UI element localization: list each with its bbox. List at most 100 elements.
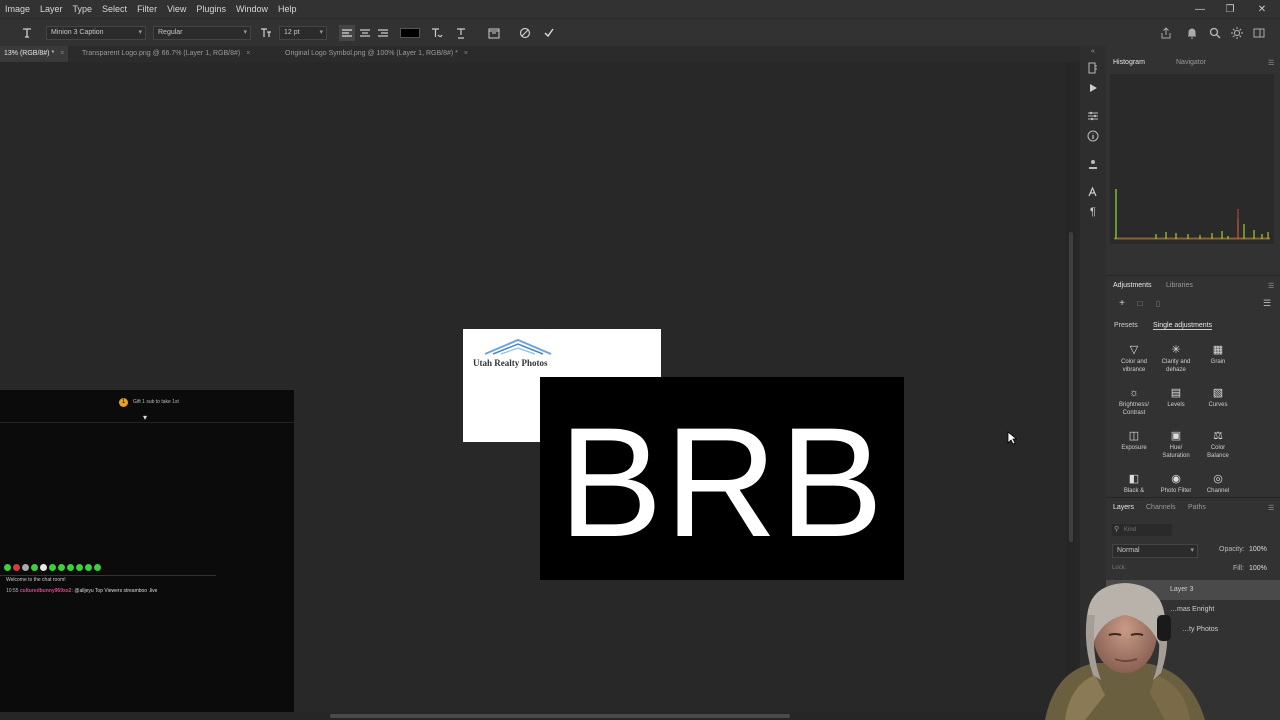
adjustment-hue-saturation[interactable]: ▣ Hue/Saturation [1156, 430, 1196, 460]
adjustment-levels[interactable]: ▤ Levels [1156, 387, 1196, 409]
clone-source-icon[interactable] [1085, 156, 1101, 172]
menu-type[interactable]: Type [68, 4, 98, 14]
close-button[interactable]: ✕ [1247, 0, 1277, 18]
fill-label: Fill: [1233, 565, 1244, 572]
tab-label: Transparent Logo.png @ 66.7% (Layer 1, R… [82, 50, 241, 57]
menu-view[interactable]: View [162, 4, 191, 14]
scroll-thumb[interactable] [1069, 232, 1073, 542]
blend-mode-select[interactable]: Normal ▾ [1112, 544, 1198, 558]
menu-window[interactable]: Window [231, 4, 273, 14]
stream-chat-overlay: 1 Gift 1 sub to take 1st ▾ Welcome to th… [0, 390, 294, 720]
discover-icon[interactable] [1229, 25, 1245, 41]
adjustment-clarity-dehaze[interactable]: ✳ Clarity and dehaze [1156, 344, 1196, 374]
menu-layer[interactable]: Layer [35, 4, 68, 14]
adjustment-exposure[interactable]: ◫ Exposure [1114, 430, 1154, 452]
warp-text-icon[interactable] [429, 25, 445, 41]
horizontal-scrollbar[interactable] [0, 712, 1066, 720]
chat-user: culturedbunny969xx2: [19, 588, 73, 594]
collapse-icon[interactable]: « [1085, 46, 1101, 56]
adjustment-brightness-contrast[interactable]: ☼ Brightness/Contrast [1114, 387, 1154, 417]
panel-menu-icon[interactable]: ☰ [1268, 59, 1274, 67]
adjustment-curves[interactable]: ▧ Curves [1198, 387, 1238, 409]
layer-filter-input[interactable]: ⚲ Kind [1112, 524, 1172, 536]
tab-transparent-logo[interactable]: Transparent Logo.png @ 66.7% (Layer 1, R… [78, 46, 254, 62]
play-icon[interactable] [1085, 80, 1101, 96]
tab-channels[interactable]: Channels [1146, 504, 1176, 511]
sparkle-icon: ✳ [1171, 344, 1181, 356]
toggle-orientation-icon[interactable] [453, 25, 469, 41]
search-icon[interactable] [1207, 25, 1223, 41]
triangle-icon: ▽ [1129, 344, 1139, 356]
balance-icon: ⚖ [1213, 430, 1223, 442]
tab-single-adjustments[interactable]: Single adjustments [1153, 322, 1213, 330]
tab-libraries[interactable]: Libraries [1166, 282, 1193, 289]
add-icon[interactable]: + [1116, 297, 1128, 309]
gift-banner-text: Gift 1 sub to take 1st [133, 399, 179, 405]
histogram-plot [1114, 189, 1270, 240]
adjustment-photo-filter[interactable]: ◉ Photo Filter [1156, 473, 1196, 495]
character-icon[interactable] [1085, 184, 1101, 200]
menu-image[interactable]: Image [0, 4, 35, 14]
layers-panel-tabs: Layers Channels Paths ☰ [1106, 499, 1280, 517]
fill-value[interactable]: 100% [1249, 565, 1267, 572]
font-size-select[interactable]: 12 pt ▾ [279, 26, 327, 40]
commit-check-icon[interactable] [541, 25, 557, 41]
tab-label: 13% (RGB/8#) * [4, 50, 55, 57]
paragraph-icon[interactable]: ¶ [1085, 204, 1101, 220]
trash-icon[interactable]: ▯ [1152, 297, 1164, 309]
minimize-button[interactable]: — [1185, 0, 1215, 18]
adjustment-color-vibrance[interactable]: ▽ Color and vibrance [1114, 344, 1154, 374]
info-icon[interactable] [1085, 128, 1101, 144]
close-tab-icon[interactable]: × [60, 50, 64, 57]
adjustment-grain[interactable]: ▦ Grain [1198, 344, 1238, 366]
character-panel-icon[interactable] [486, 25, 502, 41]
type-tool-icon[interactable] [18, 25, 36, 41]
panel-menu-icon[interactable]: ☰ [1268, 504, 1274, 512]
font-family-select[interactable]: Minion 3 Caption ▾ [46, 26, 146, 40]
tab-adjustments[interactable]: Adjustments [1113, 282, 1152, 289]
workspace-icon[interactable] [1251, 25, 1267, 41]
opacity-value[interactable]: 100% [1249, 546, 1267, 553]
panel-menu-icon[interactable]: ☰ [1268, 282, 1274, 290]
tab-navigator[interactable]: Navigator [1176, 59, 1206, 66]
hue-icon: ▣ [1170, 430, 1182, 442]
tab-layers[interactable]: Layers [1113, 504, 1134, 511]
adj-label: Exposure [1121, 445, 1147, 451]
folder-icon[interactable]: □ [1134, 297, 1146, 309]
tab-presets[interactable]: Presets [1114, 322, 1138, 329]
font-size-value: 12 pt [284, 29, 300, 36]
emote-icon [31, 564, 38, 571]
menu-plugins[interactable]: Plugins [191, 4, 231, 14]
menu-filter[interactable]: Filter [132, 4, 162, 14]
font-family-value: Minion 3 Caption [51, 29, 104, 36]
list-view-icon[interactable]: ☰ [1260, 297, 1274, 309]
history-icon[interactable] [1085, 60, 1101, 76]
tab-document-1[interactable]: 13% (RGB/8#) * × [0, 46, 69, 62]
blend-mode-value: Normal [1117, 547, 1140, 554]
adjustment-black-white[interactable]: ◧ Black & [1114, 473, 1154, 495]
adjustment-color-balance[interactable]: ⚖ Color Balance [1198, 430, 1238, 460]
brb-layer[interactable]: BRB [540, 377, 904, 580]
cancel-icon[interactable] [517, 25, 533, 41]
align-left-icon[interactable] [339, 25, 355, 41]
close-tab-icon[interactable]: × [246, 50, 250, 57]
properties-icon[interactable] [1085, 108, 1101, 124]
text-color-swatch[interactable] [400, 28, 420, 38]
scroll-thumb[interactable] [330, 714, 790, 718]
menu-select[interactable]: Select [97, 4, 132, 14]
tab-histogram[interactable]: Histogram [1113, 59, 1145, 66]
share-icon[interactable] [1158, 25, 1174, 41]
adjustment-channel-mixer[interactable]: ◎ Channel [1198, 473, 1238, 495]
chat-time: 10:55 [6, 588, 19, 594]
restore-button[interactable]: ❐ [1215, 0, 1245, 18]
tab-original-logo-symbol[interactable]: Original Logo Symbol.png @ 100% (Layer 1… [281, 46, 472, 62]
lock-label: Lock: [1112, 565, 1127, 571]
align-center-icon[interactable] [357, 25, 373, 41]
tab-paths[interactable]: Paths [1188, 504, 1206, 511]
align-right-icon[interactable] [375, 25, 391, 41]
font-style-select[interactable]: Regular ▾ [153, 26, 251, 40]
grain-icon: ▦ [1212, 344, 1224, 356]
menu-help[interactable]: Help [273, 4, 302, 14]
close-tab-icon[interactable]: × [464, 50, 468, 57]
bell-icon[interactable] [1184, 25, 1200, 41]
